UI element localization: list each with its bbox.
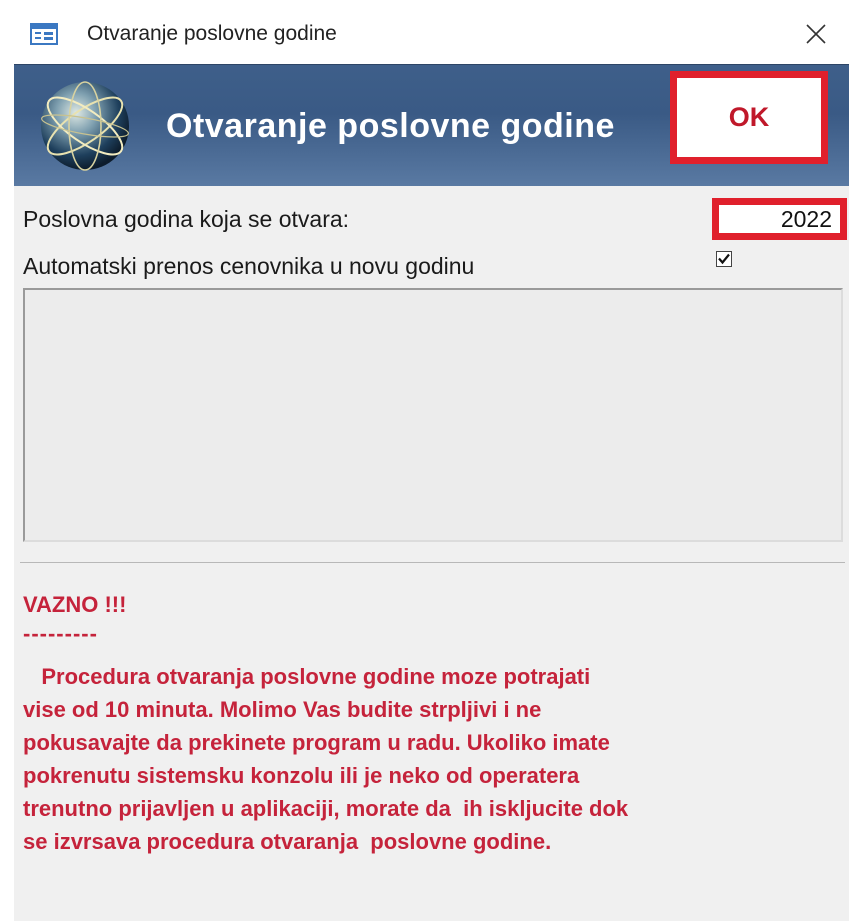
auto-transfer-label: Automatski prenos cenovnika u novu godin…	[23, 253, 475, 279]
ok-button[interactable]: OK	[670, 71, 828, 164]
header-title: Otvaranje poslovne godine	[166, 107, 615, 145]
year-label: Poslovna godina koja se otvara:	[23, 206, 350, 232]
form-icon	[30, 23, 58, 45]
globe-icon	[41, 81, 129, 171]
checkmark-icon	[718, 253, 730, 265]
window-title: Otvaranje poslovne godine	[87, 22, 337, 45]
notice-divider: ---------	[23, 621, 98, 646]
year-input[interactable]	[712, 198, 847, 240]
title-bar: Otvaranje poslovne godine	[0, 0, 853, 64]
notice-heading: VAZNO !!!	[23, 592, 127, 617]
form-header: Otvaranje poslovne godine OK	[14, 64, 849, 187]
divider-line	[20, 562, 845, 563]
auto-transfer-checkbox[interactable]	[716, 251, 732, 267]
close-icon[interactable]	[796, 14, 836, 54]
notice-text: Procedura otvaranja poslovne godine moze…	[23, 664, 629, 854]
log-listbox[interactable]	[23, 288, 843, 542]
